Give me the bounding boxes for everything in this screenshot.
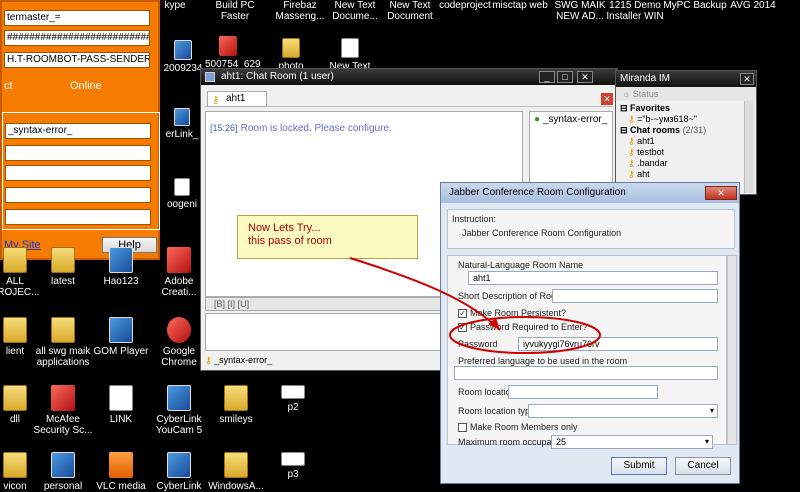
highlight-ellipse [449, 316, 601, 354]
annotation-overlay [349, 257, 601, 354]
annotation-arrow [349, 257, 501, 331]
